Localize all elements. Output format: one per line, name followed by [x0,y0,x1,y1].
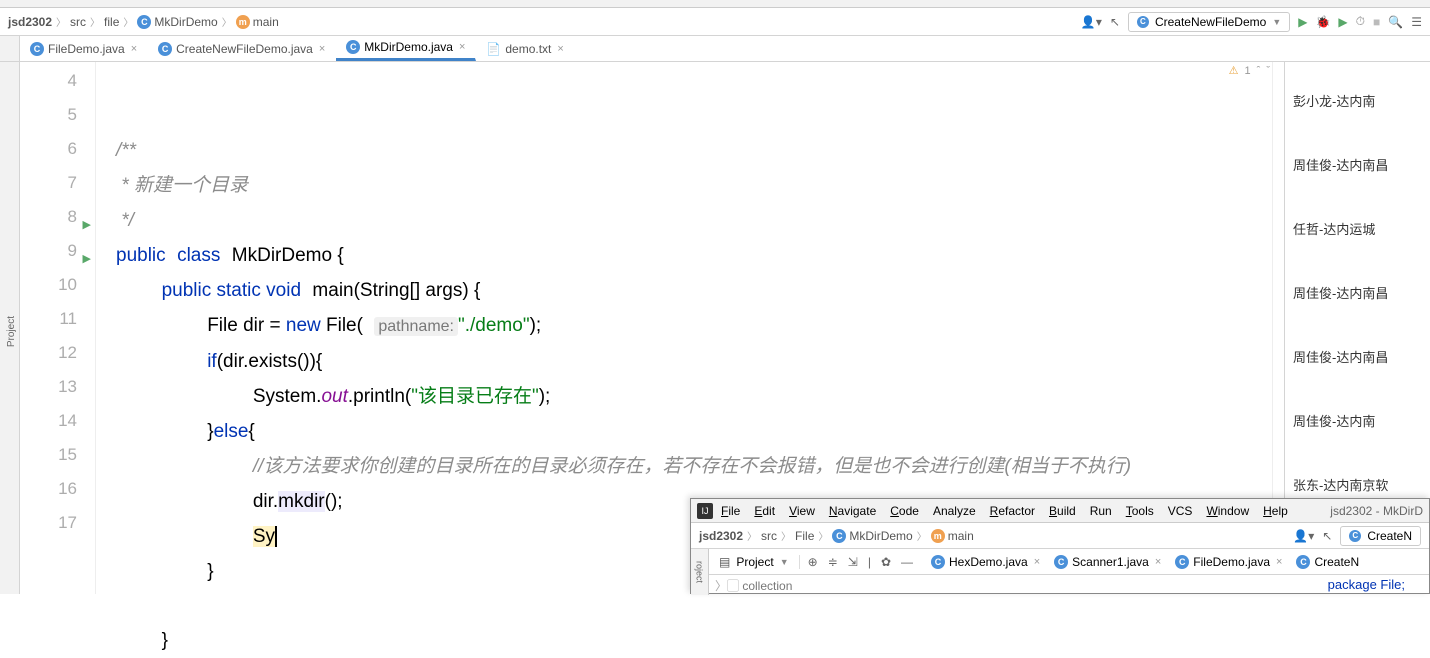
run-button[interactable]: ▶ [1298,15,1307,29]
ov-crumb-pkg[interactable]: File [795,529,814,543]
menu-vcs[interactable]: VCS [1162,502,1199,520]
menu-window[interactable]: Window [1200,502,1255,520]
user-entry[interactable]: 周佳俊-达内南昌 [1285,260,1430,324]
search-icon[interactable]: 🔍 [1388,15,1403,29]
tab-createnewfile[interactable]: CCreateNewFileDemo.java× [148,36,336,61]
crumb-class[interactable]: MkDirDemo [154,15,217,29]
ov-project-view[interactable]: ▤Project▼ [709,555,800,569]
menu-tools[interactable]: Tools [1120,502,1160,520]
add-config-icon[interactable]: 👤▾ [1081,15,1102,29]
run-gutter-icon[interactable]: ▶ [83,208,91,242]
ov-expand-icon[interactable]: ⇲ [848,555,858,569]
back-icon[interactable]: ↖ [1110,15,1120,29]
stop-button[interactable]: ■ [1373,15,1380,29]
menu-navigate[interactable]: Navigate [823,502,882,520]
inspection-badge[interactable]: ⚠ 1 ˆ ˇ [1229,64,1270,77]
user-icon[interactable]: 👤▾ [1293,529,1314,543]
menu-code[interactable]: Code [884,502,925,520]
menu-analyze[interactable]: Analyze [927,502,982,520]
chevron-up-icon[interactable]: ˆ [1257,65,1261,77]
user-entry[interactable]: 彭小龙-达内南 [1285,68,1430,132]
ov-crumb-class[interactable]: MkDirDemo [849,529,912,543]
tab-demotxt[interactable]: 📄demo.txt× [476,36,574,61]
ov-project-strip[interactable]: roject [691,549,709,595]
app-icon: IJ [697,503,713,519]
user-entry[interactable]: 任哲-达内运城 [1285,196,1430,260]
ov-crumb-method[interactable]: main [948,529,974,543]
profile-button[interactable]: ⏱ [1356,14,1365,29]
menu-view[interactable]: View [783,502,821,520]
run-coverage-button[interactable]: ▶ [1338,15,1347,29]
close-icon[interactable]: × [319,43,325,55]
ov-collapse-icon[interactable]: ≑ [828,555,838,569]
warning-icon: ⚠ [1229,64,1239,77]
editor-tabs: CFileDemo.java× CCreateNewFileDemo.java×… [0,36,1430,62]
breadcrumb[interactable]: jsd2302 〉 src 〉 file 〉 CMkDirDemo 〉 mmai… [8,14,279,29]
left-tool-strip: Project Structure vorites [0,62,20,594]
ov-body: 〉▢ collection package File; [691,575,1429,596]
overlay-tabs-row: roject ▤Project▼ ⊕ ≑ ⇲ | ✿ — CHexDemo.ja… [691,549,1429,575]
crumb-method[interactable]: main [253,15,279,29]
menu-edit[interactable]: Edit [748,502,781,520]
ov-crumb-project[interactable]: jsd2302 [699,529,743,543]
overlay-toolbar: jsd2302 〉 src 〉 File 〉 CMkDirDemo 〉 mmai… [691,523,1429,549]
tab-mkdirdemo[interactable]: CMkDirDemo.java× [336,36,476,61]
settings-icon[interactable]: ☰ [1411,15,1422,29]
ov-tab-scanner[interactable]: CScanner1.java× [1048,553,1167,571]
menu-run[interactable]: Run [1084,502,1118,520]
debug-button[interactable]: 🐞 [1315,15,1330,29]
close-icon[interactable]: × [459,41,465,53]
user-entry[interactable]: 周佳俊-达内南昌 [1285,324,1430,388]
user-entry[interactable]: 周佳俊-达内南 [1285,388,1430,452]
ov-settings-icon[interactable]: ✿ [881,555,891,569]
secondary-ide-window[interactable]: IJ File Edit View Navigate Code Analyze … [690,498,1430,594]
menu-build[interactable]: Build [1043,502,1082,520]
crumb-file[interactable]: file [104,15,119,29]
ov-tab-filedemo[interactable]: CFileDemo.java× [1169,553,1288,571]
run-config-selector[interactable]: C CreateNewFileDemo ▼ [1128,12,1290,32]
crumb-project[interactable]: jsd2302 [8,15,52,29]
user-entry[interactable]: 周佳俊-达内南昌 [1285,132,1430,196]
tab-filedemo[interactable]: CFileDemo.java× [20,36,148,61]
back-icon[interactable]: ↖ [1322,529,1332,543]
overlay-title: jsd2302 - MkDirD [1330,504,1423,518]
line-gutter[interactable]: 4 5 6 7 8▶ 9▶ 10 11 12 13 14 15 16 17 [20,62,96,594]
overlay-menubar: IJ File Edit View Navigate Code Analyze … [691,499,1429,523]
top-menu-bar [0,0,1430,8]
close-icon[interactable]: × [557,43,563,55]
project-tool[interactable]: Project [4,312,19,351]
ov-tab-createn[interactable]: CCreateN [1290,553,1365,571]
chevron-down-icon[interactable]: ˇ [1266,65,1270,77]
run-gutter-icon[interactable]: ▶ [83,242,91,276]
param-hint: pathname: [374,317,458,336]
menu-file[interactable]: File [715,502,746,520]
menu-refactor[interactable]: Refactor [984,502,1041,520]
ov-crumb-src[interactable]: src [761,529,777,543]
ov-tab-hex[interactable]: CHexDemo.java× [925,553,1046,571]
ov-run-config[interactable]: CCreateN [1340,526,1421,546]
ov-target-icon[interactable]: ⊕ [808,555,818,569]
menu-help[interactable]: Help [1257,502,1294,520]
main-toolbar: jsd2302 〉 src 〉 file 〉 CMkDirDemo 〉 mmai… [0,8,1430,36]
ov-package-stmt: package File; [1328,577,1405,592]
close-icon[interactable]: × [131,43,137,55]
crumb-src[interactable]: src [70,15,86,29]
